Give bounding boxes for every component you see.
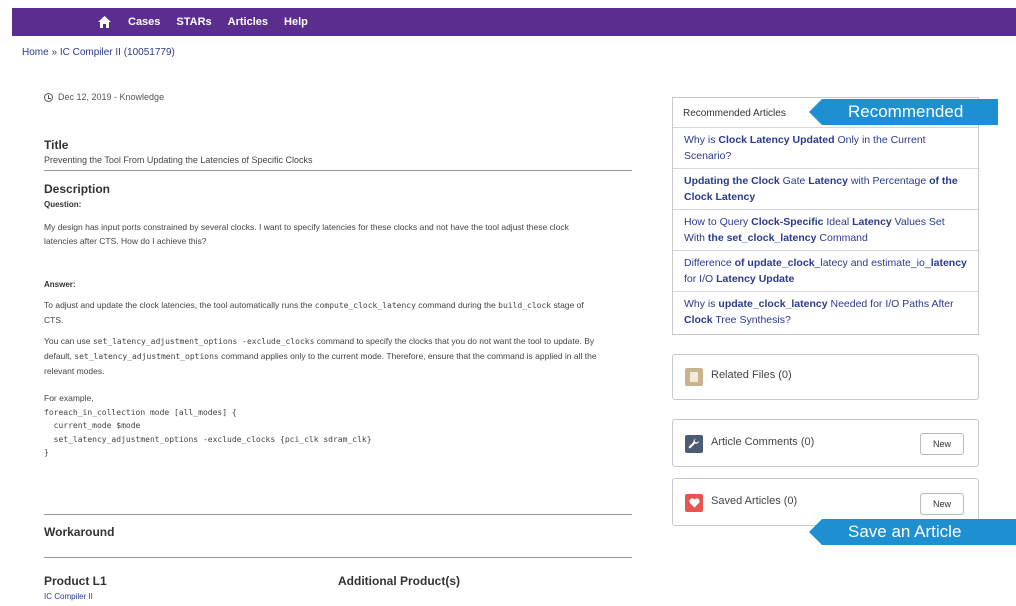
code-line: } xyxy=(44,448,49,457)
wrench-icon xyxy=(685,435,703,453)
breadcrumb-current[interactable]: IC Compiler II (10051779) xyxy=(60,47,175,58)
nav-stars[interactable]: STARs xyxy=(176,16,211,28)
question-text: My design has input ports constrained by… xyxy=(44,220,632,248)
answer-line: To adjust and update the clock latencies… xyxy=(44,300,584,310)
answer-label: Answer: xyxy=(44,280,76,289)
answer-paragraph-2: You can use set_latency_adjustment_optio… xyxy=(44,334,632,378)
article-date: Dec 12, 2019 - Knowledge xyxy=(58,92,165,102)
related-files-label: Related Files (0) xyxy=(711,369,792,381)
recommended-article-link[interactable]: How to Query Clock-Specific Ideal Latenc… xyxy=(673,210,978,251)
recommended-article-link[interactable]: Updating the Clock Gate Latency with Per… xyxy=(673,169,978,210)
recommended-articles-panel: Recommended Articles Why is Clock Latenc… xyxy=(672,97,979,335)
clock-icon xyxy=(44,92,53,102)
recommended-list: Why is Clock Latency Updated Only in the… xyxy=(673,128,978,333)
article-title: Preventing the Tool From Updating the La… xyxy=(44,155,313,165)
nav-cases[interactable]: Cases xyxy=(128,16,160,28)
code-line: set_latency_adjustment_options -exclude_… xyxy=(44,434,372,444)
example-label: For example, xyxy=(44,393,94,403)
code-line: foreach_in_collection mode [all_modes] { xyxy=(44,407,237,417)
answer-line: CTS. xyxy=(44,315,64,325)
home-icon[interactable] xyxy=(96,14,112,30)
question-label: Question: xyxy=(44,200,82,209)
related-files-panel[interactable]: Related Files (0) xyxy=(672,354,979,400)
answer-line: You can use set_latency_adjustment_optio… xyxy=(44,336,595,346)
recommended-article-link[interactable]: Why is update_clock_latency Needed for I… xyxy=(673,292,978,333)
heart-icon xyxy=(685,494,703,512)
answer-paragraph-1: To adjust and update the clock latencies… xyxy=(44,298,632,327)
question-line: latencies after CTS. How do I achieve th… xyxy=(44,236,207,246)
divider xyxy=(44,514,632,515)
breadcrumb-separator: » xyxy=(51,47,58,58)
recommended-article-link[interactable]: Difference of update_clock_latecy and es… xyxy=(673,251,978,292)
nav-articles[interactable]: Articles xyxy=(228,16,268,28)
divider xyxy=(44,557,632,558)
nav-help[interactable]: Help xyxy=(284,16,308,28)
code-example: For example, foreach_in_collection mode … xyxy=(44,392,372,460)
workaround-heading: Workaround xyxy=(44,525,115,539)
breadcrumb: Home » IC Compiler II (10051779) xyxy=(22,47,175,58)
product-value[interactable]: IC Compiler II xyxy=(44,592,93,601)
product-heading: Product L1 xyxy=(44,574,107,588)
answer-line: relevant modes. xyxy=(44,366,105,376)
new-saved-article-button[interactable]: New xyxy=(920,493,964,515)
divider xyxy=(44,170,632,171)
main-nav: Cases STARs Articles Help xyxy=(96,8,308,36)
file-icon xyxy=(685,368,703,386)
nav-band: Cases STARs Articles Help xyxy=(12,8,1016,36)
save-article-callout: Save an Article xyxy=(809,519,1016,545)
recommended-callout: Recommended xyxy=(809,99,998,125)
saved-articles-label: Saved Articles (0) xyxy=(711,495,798,507)
question-line: My design has input ports constrained by… xyxy=(44,222,569,232)
code-line: current_mode $mode xyxy=(44,421,141,430)
new-comment-button[interactable]: New xyxy=(920,433,964,455)
recommended-article-link[interactable]: Why is Clock Latency Updated Only in the… xyxy=(673,128,978,169)
top-bar: Cases STARs Articles Help xyxy=(0,0,1016,36)
additional-products-heading: Additional Product(s) xyxy=(338,574,460,588)
article-comments-label: Article Comments (0) xyxy=(711,436,815,448)
title-heading: Title xyxy=(44,138,69,152)
answer-line: default, set_latency_adjustment_options … xyxy=(44,351,597,361)
breadcrumb-home[interactable]: Home xyxy=(22,47,49,58)
article-comments-panel: Article Comments (0) New xyxy=(672,419,979,467)
description-heading: Description xyxy=(44,182,111,196)
article-meta: Dec 12, 2019 - Knowledge xyxy=(44,92,164,102)
